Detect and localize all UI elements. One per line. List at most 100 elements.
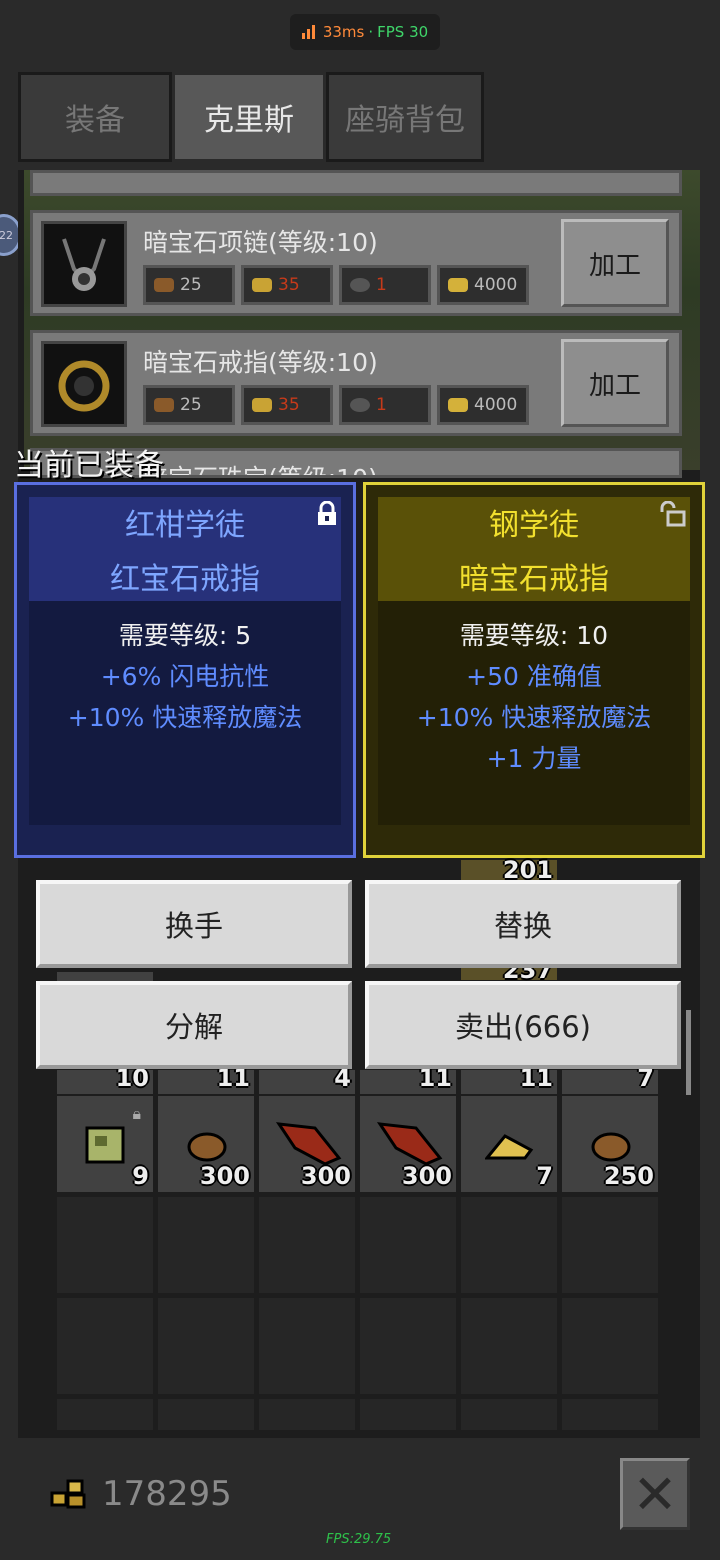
- material-gold: 4000: [437, 385, 529, 425]
- wood-icon: [187, 1132, 227, 1162]
- inventory-slot[interactable]: [562, 1298, 658, 1394]
- stat-line: +10% 快速释放魔法: [416, 703, 652, 732]
- material-gold-ore: 35: [241, 385, 333, 425]
- candidate-item-card: 钢学徒 暗宝石戒指 需要等级: 10 +50 准确值 +10% 快速释放魔法 +…: [363, 482, 705, 858]
- scrollbar[interactable]: [686, 1010, 691, 1095]
- craft-button[interactable]: 加工: [561, 339, 669, 427]
- inventory-slot[interactable]: [57, 1197, 153, 1293]
- necklace-icon: [41, 221, 127, 307]
- inventory-slot[interactable]: 300: [158, 1096, 254, 1192]
- material-count: 25: [180, 275, 202, 295]
- inventory-slot[interactable]: 🔒︎ 9: [57, 1096, 153, 1192]
- material-gold-ore: 35: [241, 265, 333, 305]
- inventory-slot[interactable]: [360, 1399, 456, 1430]
- material-count: 25: [180, 395, 202, 415]
- material-wood: 25: [143, 385, 235, 425]
- item-prefix: 钢学徒: [489, 508, 579, 543]
- craft-button[interactable]: 加工: [561, 219, 669, 307]
- inventory-slot[interactable]: 250: [562, 1096, 658, 1192]
- inventory-slot[interactable]: 4: [259, 1064, 355, 1094]
- inventory-slot[interactable]: [158, 1197, 254, 1293]
- tab-mount-bag[interactable]: 座骑背包: [326, 72, 484, 162]
- item-count: 300: [199, 1162, 250, 1190]
- gold-icon: [448, 398, 468, 412]
- inventory-slot[interactable]: [360, 1298, 456, 1394]
- inventory-slot[interactable]: 7: [461, 1096, 557, 1192]
- item-count: 9: [132, 1162, 149, 1190]
- inventory-slot[interactable]: 11: [360, 1064, 456, 1094]
- material-wood: 25: [143, 265, 235, 305]
- material-gold: 4000: [437, 265, 529, 305]
- herb-icon: [85, 1126, 125, 1164]
- inventory-slot[interactable]: 300: [259, 1096, 355, 1192]
- feather-icon: [376, 1122, 443, 1166]
- inventory-slot[interactable]: [259, 1197, 355, 1293]
- item-name: 红宝石戒指: [110, 562, 260, 597]
- wood-icon: [591, 1132, 631, 1162]
- equipped-label: 当前已装备: [14, 448, 164, 483]
- inventory-slot[interactable]: [57, 1399, 153, 1430]
- dark-gem-icon: [350, 278, 370, 292]
- gold-icon: [50, 1479, 86, 1509]
- gold-ore-icon: [485, 1134, 534, 1160]
- recipe-row-necklace: 暗宝石项链(等级:10) 25 35 1 4000 加工: [30, 210, 682, 316]
- wood-icon: [154, 278, 174, 292]
- item-name: 暗宝石戒指: [459, 562, 609, 597]
- tab-chris[interactable]: 克里斯: [172, 72, 326, 162]
- gold-ore-icon: [252, 278, 272, 292]
- inventory-slot[interactable]: [461, 1197, 557, 1293]
- inventory-slot[interactable]: 201: [461, 856, 557, 884]
- unlock-icon[interactable]: [658, 500, 688, 533]
- feather-icon: [275, 1122, 342, 1166]
- inventory-slot[interactable]: [158, 1399, 254, 1430]
- dismantle-button[interactable]: 分解: [36, 981, 352, 1069]
- inventory-slot[interactable]: 7: [562, 1064, 658, 1094]
- material-count: 1: [376, 395, 387, 415]
- inventory-slot[interactable]: 10: [57, 1064, 153, 1094]
- item-prefix: 红柑学徒: [125, 508, 245, 543]
- lock-icon[interactable]: [315, 500, 339, 533]
- inventory-slot[interactable]: 11: [158, 1064, 254, 1094]
- close-button[interactable]: ✕: [620, 1458, 690, 1530]
- material-count: 4000: [474, 275, 518, 295]
- recipe-row-ring: 暗宝石戒指(等级:10) 25 35 1 4000 加工: [30, 330, 682, 436]
- network-status: 33ms · FPS 30: [290, 14, 440, 50]
- stat-line: +50 准确值: [466, 662, 602, 691]
- inventory-slot[interactable]: 11: [461, 1064, 557, 1094]
- current-item-card: 红柑学徒 红宝石戒指 需要等级: 5 +6% 闪电抗性 +10% 快速释放魔法: [14, 482, 356, 858]
- inventory-slot[interactable]: [57, 1298, 153, 1394]
- inventory-slot[interactable]: [562, 1197, 658, 1293]
- required-level: 需要等级: 10: [459, 621, 609, 650]
- inventory-slot[interactable]: 300: [360, 1096, 456, 1192]
- gold-ore-icon: [252, 398, 272, 412]
- swap-hand-button[interactable]: 换手: [36, 880, 352, 968]
- signal-icon: [301, 25, 315, 39]
- required-level: 需要等级: 5: [118, 621, 252, 650]
- material-count: 1: [376, 275, 387, 295]
- close-icon: ✕: [632, 1462, 678, 1526]
- inventory-slot[interactable]: [562, 1399, 658, 1430]
- stat-line: +10% 快速释放魔法: [67, 703, 303, 732]
- gold-amount: 178295: [102, 1474, 232, 1514]
- gold-icon: [448, 278, 468, 292]
- stat-line: +6% 闪电抗性: [100, 662, 270, 691]
- inventory-slot[interactable]: [360, 1197, 456, 1293]
- inventory-slot[interactable]: [461, 1399, 557, 1430]
- inventory-slot[interactable]: [158, 1298, 254, 1394]
- material-count: 4000: [474, 395, 518, 415]
- inventory-slot[interactable]: [259, 1298, 355, 1394]
- tab-equipment[interactable]: 装备: [18, 72, 172, 162]
- material-count: 35: [278, 275, 300, 295]
- item-count: 7: [536, 1162, 553, 1190]
- status-separator: ·: [368, 23, 374, 41]
- recipe-name: 暗宝石戒指(等级:10): [143, 348, 378, 377]
- replace-button[interactable]: 替换: [365, 880, 681, 968]
- inventory-slot[interactable]: [461, 1298, 557, 1394]
- fps-footer: FPS:29.75: [326, 1532, 392, 1547]
- recipe-name: 暗宝石珠宝(等级:10): [143, 459, 378, 475]
- lock-icon: 🔒︎: [132, 1104, 141, 1123]
- item-count: 300: [300, 1162, 351, 1190]
- sell-button[interactable]: 卖出(666): [365, 981, 681, 1069]
- ring-icon: [41, 341, 127, 427]
- inventory-slot[interactable]: [259, 1399, 355, 1430]
